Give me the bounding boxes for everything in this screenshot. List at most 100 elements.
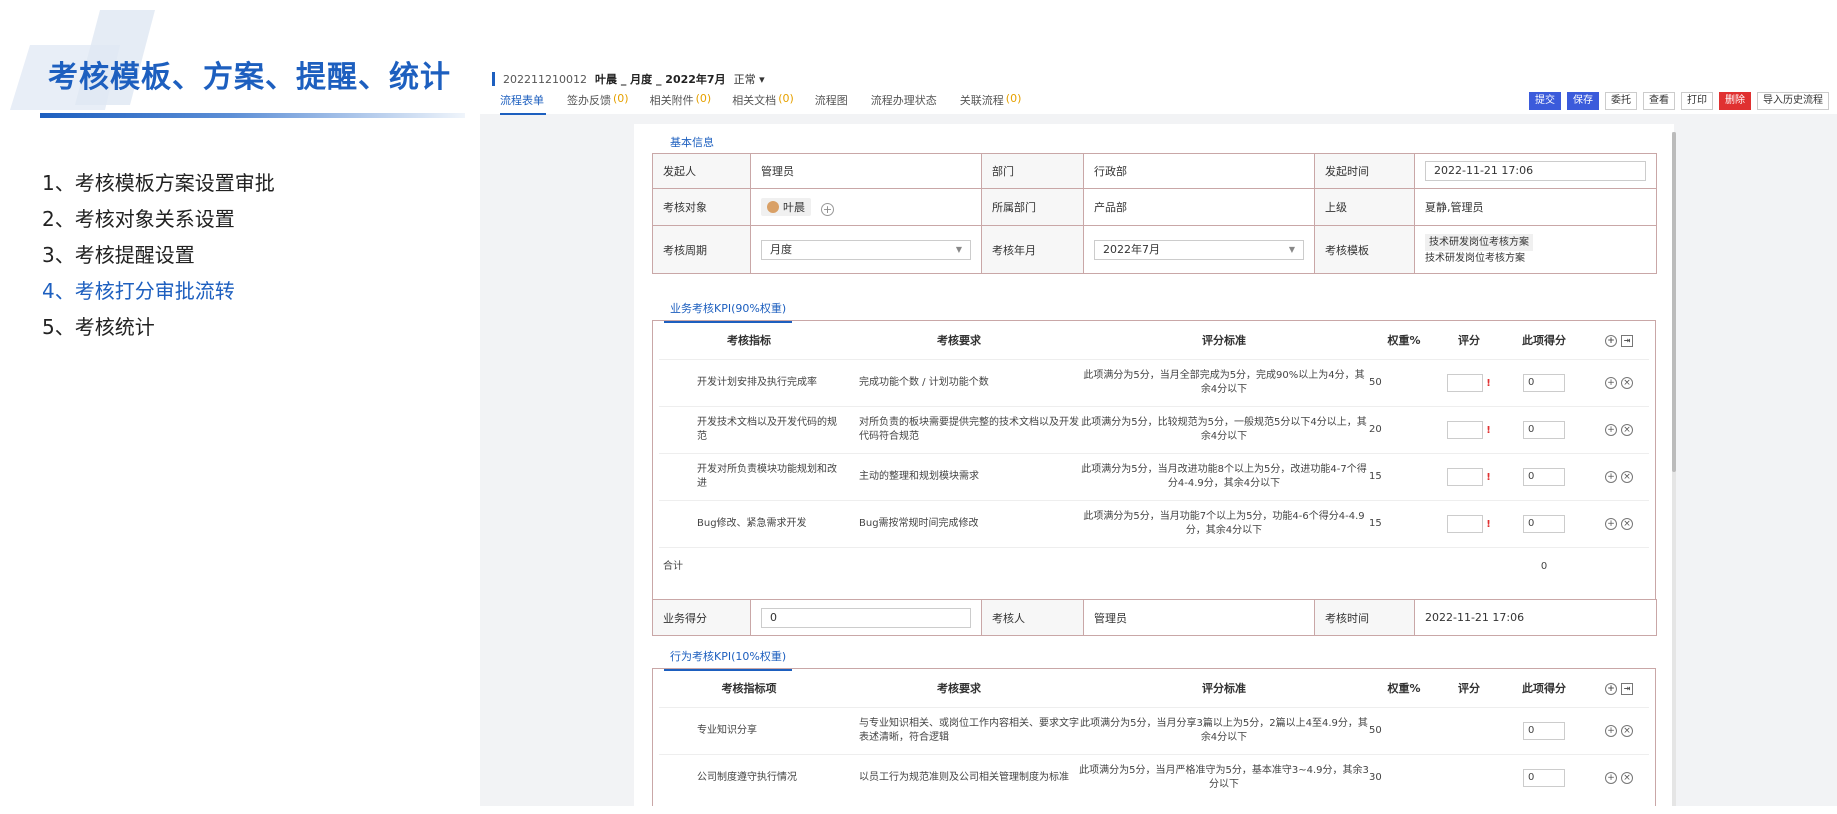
workflow-app: 202211210012 叶晨 _ 月度 _ 2022年7月 正常 ▾ 流程表单… [480, 56, 1837, 806]
target-name: 叶晨 [783, 200, 805, 214]
table-row: 专业知识分享 与专业知识相关、或岗位工作内容相关、要求文字表述清晰，符合逻辑 此… [659, 706, 1649, 754]
chevron-down-icon: ▼ [955, 244, 962, 254]
scrollbar-thumb[interactable] [1672, 132, 1676, 472]
form-panel: 基本信息 发起人 管理员 部门 行政部 发起时间 2022-11-21 17:0… [634, 124, 1674, 806]
header-actions: + ⇥ [1589, 669, 1649, 707]
assess-time-label: 考核时间 [1314, 599, 1415, 636]
delegate-button[interactable]: 委托 [1605, 92, 1637, 110]
score-input[interactable] [1447, 467, 1484, 486]
points-input[interactable]: 0 [1523, 420, 1565, 439]
kpi-business-table: 考核指标 考核要求 评分标准 权重% 评分 此项得分 + ⇥ 开发计划安排及执行完… [659, 321, 1649, 587]
tab-documents[interactable]: 相关文档 (0) [732, 92, 794, 115]
app-header: 202211210012 叶晨 _ 月度 _ 2022年7月 正常 ▾ 流程表单… [480, 56, 1837, 115]
add-row-icon[interactable]: + [1605, 334, 1617, 347]
remove-row-icon[interactable]: × [1621, 517, 1633, 530]
submit-button[interactable]: 提交 [1529, 92, 1561, 110]
requirement-cell: 以员工行为规范准则及公司相关管理制度为标准 [839, 753, 1079, 801]
standard-cell: 此项满分为5分，当月全部完成为5分，完成90%以上为4分，其余4分以下 [1079, 358, 1369, 406]
tab-label: 流程图 [814, 94, 848, 107]
time-label: 发起时间 [1314, 153, 1415, 189]
weight-cell: 20 [1369, 405, 1439, 453]
flow-name: 叶晨 _ 月度 _ 2022年7月 [594, 73, 726, 86]
period-select[interactable]: 月度 ▼ [761, 239, 971, 260]
add-row-icon[interactable]: + [1605, 724, 1617, 737]
add-row-icon[interactable]: + [1605, 682, 1617, 695]
tab-feedback[interactable]: 签办反馈 (0) [567, 92, 629, 115]
table-row: Bug修改、紧急需求开发 Bug需按常规时间完成修改 此项满分为5分，当月功能7… [659, 499, 1649, 547]
target-dept-label: 所属部门 [981, 188, 1084, 226]
save-button[interactable]: 保存 [1567, 92, 1599, 110]
points-input[interactable]: 0 [1523, 467, 1565, 486]
delete-button[interactable]: 删除 [1719, 92, 1751, 110]
add-row-icon[interactable]: + [1605, 376, 1617, 389]
weight-cell: 50 [1369, 706, 1439, 754]
dept-label: 部门 [981, 153, 1084, 189]
tab-flow-form[interactable]: 流程表单 [500, 92, 546, 115]
assess-time-value: 2022-11-21 17:06 [1414, 599, 1657, 636]
tab-process-status[interactable]: 流程办理状态 [871, 92, 939, 115]
points-input[interactable]: 0 [1523, 373, 1565, 392]
remove-row-icon[interactable]: × [1621, 376, 1633, 389]
target-chip[interactable]: 叶晨 [761, 197, 811, 216]
import-icon[interactable]: ⇥ [1621, 682, 1633, 695]
year-month-label: 考核年月 [981, 225, 1084, 274]
col-header: 评分标准 [1202, 681, 1246, 695]
add-row-icon[interactable]: + [1605, 517, 1617, 530]
remove-row-icon[interactable]: × [1621, 771, 1633, 784]
indicator-cell: 开发计划安排及执行完成率 [659, 358, 839, 406]
tab-attachments[interactable]: 相关附件 (0) [650, 92, 712, 115]
tab-related-flows[interactable]: 关联流程 (0) [960, 92, 1022, 115]
weight-cell: 50 [1369, 358, 1439, 406]
col-header: 权重% [1387, 333, 1421, 347]
add-row-icon[interactable]: + [1605, 771, 1617, 784]
template-tag[interactable]: 技术研发岗位考核方案 [1425, 233, 1533, 251]
requirement-cell: 完成功能个数 / 计划功能个数 [839, 358, 1079, 406]
remove-row-icon[interactable]: × [1621, 423, 1633, 436]
table-row: 开发对所负责模块功能规划和改进 主动的整理和规划模块需求 此项满分为5分，当月改… [659, 452, 1649, 500]
add-row-icon[interactable]: + [1605, 423, 1617, 436]
standard-cell: 此项满分为5分，当月分享3篇以上为5分，2篇以上4至4.9分，其余4分以下 [1079, 706, 1369, 754]
score-input[interactable] [1447, 514, 1484, 533]
total-value: 0 [1499, 546, 1589, 587]
import-history-button[interactable]: 导入历史流程 [1757, 92, 1829, 110]
import-icon[interactable]: ⇥ [1621, 334, 1633, 347]
tab-label: 流程表单 [500, 94, 544, 107]
tab-flowchart[interactable]: 流程图 [815, 92, 850, 115]
kpi-business-table-box: 考核指标 考核要求 评分标准 权重% 评分 此项得分 + ⇥ 开发计划安排及执行完… [652, 320, 1656, 600]
outline-list: 1、考核模板方案设置审批 2、考核对象关系设置 3、考核提醒设置 4、考核打分审… [42, 165, 275, 345]
dept-value: 行政部 [1083, 153, 1315, 189]
biz-score-field[interactable]: 0 [761, 607, 971, 628]
points-input[interactable]: 0 [1523, 768, 1565, 787]
avatar [767, 200, 779, 213]
requirement-cell: 对所负责的板块需要提供完整的技术文档以及开发代码符合规范 [839, 405, 1079, 453]
add-icon[interactable]: + [821, 203, 834, 217]
col-header: 考核要求 [937, 333, 981, 347]
tab-count: (0) [778, 92, 794, 105]
points-input[interactable]: 0 [1523, 721, 1565, 740]
requirement-cell: 与专业知识相关、或岗位工作内容相关、要求文字表述清晰，符合逻辑 [839, 706, 1079, 754]
standard-cell: 此项满分为5分，当月严格准守为5分，基本准守3~4.9分，其余3分以下 [1079, 753, 1369, 801]
tab-count: (0) [695, 92, 712, 105]
add-row-icon[interactable]: + [1605, 470, 1617, 483]
view-button[interactable]: 查看 [1643, 92, 1675, 110]
initiate-time-field[interactable]: 2022-11-21 17:06 [1425, 161, 1646, 181]
tab-label: 流程办理状态 [870, 94, 937, 107]
indicator-cell: 开发技术文档以及开发代码的规范 [659, 405, 839, 453]
kpi-behavior-table-box: 考核指标项 考核要求 评分标准 权重% 评分 此项得分 + ⇥ 专业知识分享 与专… [652, 668, 1656, 806]
points-input[interactable]: 0 [1523, 514, 1565, 533]
weight-cell: 15 [1369, 499, 1439, 547]
score-input[interactable] [1447, 373, 1484, 392]
biz-score-label: 业务得分 [652, 599, 751, 636]
year-month-select[interactable]: 2022年7月 ▼ [1094, 239, 1304, 260]
remove-row-icon[interactable]: × [1621, 724, 1633, 737]
assessor-value: 管理员 [1083, 599, 1315, 636]
weight-cell: 30 [1369, 753, 1439, 801]
col-header: 考核要求 [937, 681, 981, 695]
initiator-label: 发起人 [652, 153, 751, 189]
remove-row-icon[interactable]: × [1621, 470, 1633, 483]
total-row: 合计 0 [659, 546, 1649, 587]
score-input[interactable] [1447, 420, 1484, 439]
print-button[interactable]: 打印 [1681, 92, 1713, 110]
flow-status-dropdown[interactable]: 正常 ▾ [734, 71, 765, 87]
indicator-cell: 专业知识分享 [659, 706, 839, 754]
